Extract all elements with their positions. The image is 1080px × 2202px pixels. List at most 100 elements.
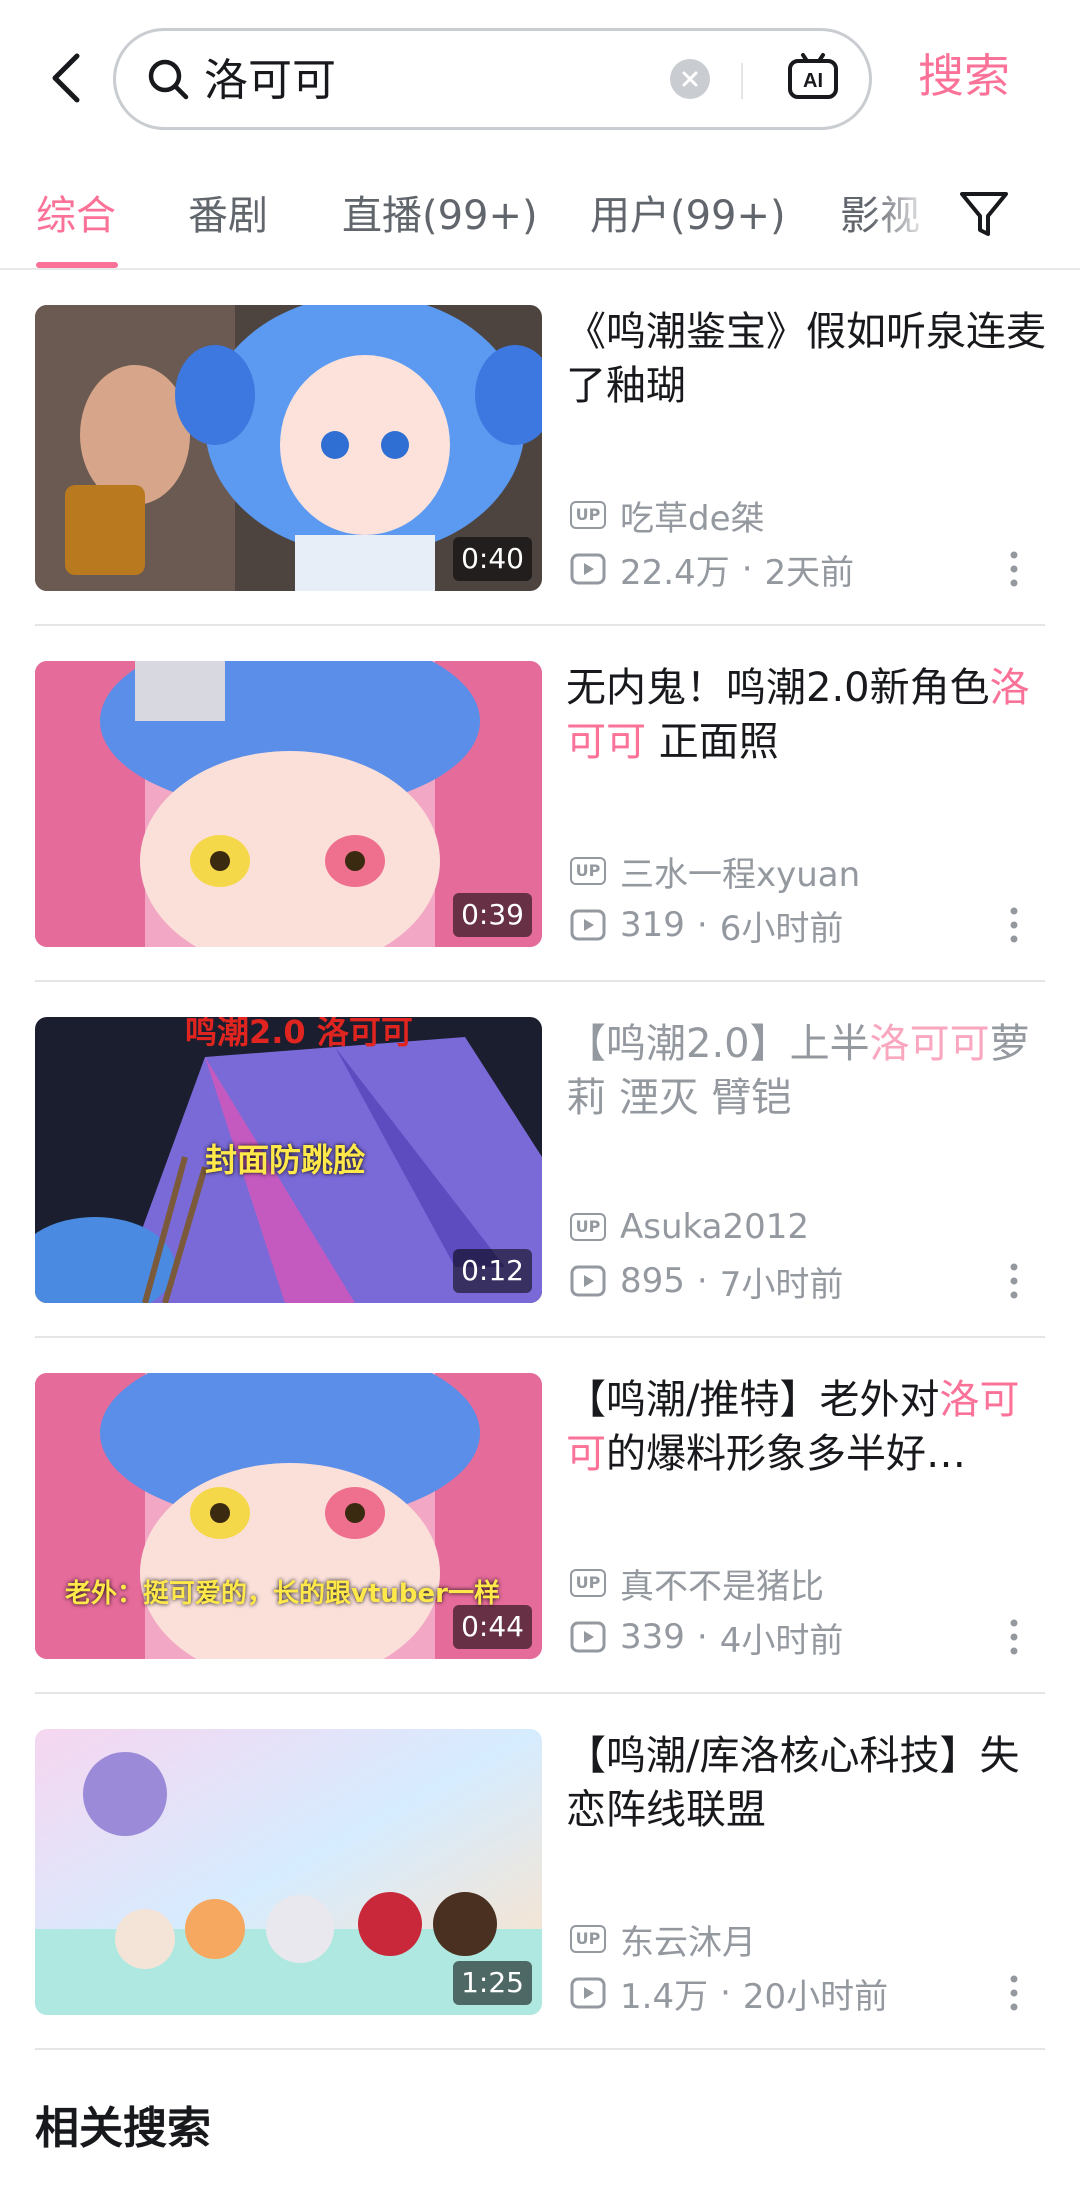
video-thumbnail[interactable]: 0:40 [35,305,542,591]
video-result[interactable]: 鸣潮2.0 洛可可 封面防跳脸 0:12 【鸣潮2.0】上半洛可可萝莉 湮灭 臂… [0,1017,1080,1373]
more-options-icon[interactable] [1006,1261,1022,1301]
clear-icon[interactable] [670,59,710,99]
video-meta: 339 · 4小时前 [570,1615,844,1661]
video-meta: 895 · 7小时前 [570,1259,844,1305]
video-duration: 0:44 [453,1605,532,1649]
uploader-row[interactable]: UP 三水一程xyuan [570,851,860,895]
more-options-icon[interactable] [1006,905,1022,945]
title-text: 无内鬼！鸣潮2.0新角色 [566,665,990,711]
tab-fade [870,160,950,268]
search-query[interactable]: 洛可可 [204,53,336,109]
view-count: 339 [620,1617,685,1657]
video-duration: 0:39 [453,893,532,937]
video-thumbnail[interactable]: 1:25 [35,1729,542,2015]
divider [741,63,743,99]
divider [35,1692,1045,1694]
up-badge-icon: UP [570,857,606,885]
title-text: 【鸣潮/库洛核心科技】失恋阵线联盟 [566,1733,1020,1833]
divider [35,624,1045,626]
publish-time: 6小时前 [719,908,844,949]
tab-all[interactable]: 综合 [36,188,116,244]
video-title[interactable]: 【鸣潮/库洛核心科技】失恋阵线联盟 [566,1729,1046,1837]
publish-time: 7小时前 [719,1264,844,1305]
video-duration: 0:12 [453,1249,532,1293]
up-badge-icon: UP [570,501,606,529]
uploader-row[interactable]: UP 真不不是猪比 [570,1563,824,1607]
separator: · [741,549,753,589]
more-options-icon[interactable] [1006,1973,1022,2013]
tab-live[interactable]: 直播(99+) [342,188,538,244]
up-badge-icon: UP [570,1925,606,1953]
title-text: 《鸣潮鉴宝》假如听泉连麦了釉瑚 [566,309,1046,409]
back-button[interactable] [40,48,90,108]
search-icon [148,59,189,100]
uploader-row[interactable]: UP 东云沐月 [570,1919,756,1963]
video-result[interactable]: 0:39 无内鬼！鸣潮2.0新角色洛可可 正面照 UP 三水一程xyuan 31… [0,661,1080,1017]
uploader-name: 东云沐月 [620,1922,756,1963]
uploader-name: 真不不是猪比 [620,1566,824,1607]
play-count-icon [570,1977,606,2009]
view-count: 22.4万 [620,552,730,593]
uploader-row[interactable]: UP 吃草de桀 [570,495,765,539]
more-options-icon[interactable] [1006,1617,1022,1657]
video-thumbnail[interactable]: 0:39 [35,661,542,947]
uploader-row[interactable]: UP Asuka2012 [570,1207,809,1247]
separator: · [720,1973,731,2013]
play-count-icon [570,909,606,941]
more-options-icon[interactable] [1006,549,1022,589]
video-meta: 319 · 6小时前 [570,903,844,949]
title-text: 【鸣潮2.0】上半 [566,1021,870,1067]
video-meta: 1.4万 · 20小时前 [570,1971,889,2017]
video-title[interactable]: 《鸣潮鉴宝》假如听泉连麦了釉瑚 [566,305,1046,413]
play-count-icon [570,553,606,585]
search-button[interactable]: 搜索 [918,46,1010,106]
related-search-heading: 相关搜索 [35,2103,211,2154]
video-result[interactable]: 1:25 【鸣潮/库洛核心科技】失恋阵线联盟 UP 东云沐月 1.4万 · 20… [0,1729,1080,2085]
separator: · [696,905,708,945]
tab-active-indicator [36,262,118,268]
uploader-name: Asuka2012 [620,1207,809,1247]
title-text: 的爆料形象多半好… [606,1431,966,1477]
uploader-name: 三水一程xyuan [620,854,861,895]
video-thumbnail[interactable]: 老外：挺可爱的，长的跟vtuber一样 0:44 [35,1373,542,1659]
thumbnail-top-text: 鸣潮2.0 洛可可 [185,1017,413,1051]
thumbnail-caption: 封面防跳脸 [205,1141,366,1179]
up-badge-icon: UP [570,1569,606,1597]
view-count: 895 [620,1261,685,1301]
publish-time: 4小时前 [719,1620,844,1661]
publish-time: 2天前 [764,552,855,593]
divider [35,2048,1045,2050]
separator: · [696,1617,708,1657]
chevron-left-icon [52,53,80,103]
video-duration: 0:40 [453,537,532,581]
divider [35,980,1045,982]
filter-icon[interactable] [956,186,1012,242]
result-tabs: 综合 番剧 直播(99+) 用户(99+) 影视 [0,160,1080,270]
view-count: 1.4万 [620,1976,709,2017]
video-duration: 1:25 [453,1961,532,2005]
tab-bangumi[interactable]: 番剧 [188,188,268,244]
video-result[interactable]: 0:40 《鸣潮鉴宝》假如听泉连麦了釉瑚 UP 吃草de桀 22.4万 · 2天… [0,305,1080,661]
title-text: 正面照 [646,719,779,765]
search-header: 洛可可 AI 搜索 [0,0,1080,160]
video-title[interactable]: 无内鬼！鸣潮2.0新角色洛可可 正面照 [566,661,1046,769]
video-thumbnail[interactable]: 鸣潮2.0 洛可可 封面防跳脸 0:12 [35,1017,542,1303]
search-input[interactable]: 洛可可 AI [113,28,872,130]
svg-text:AI: AI [803,70,823,92]
title-highlight: 洛可可 [869,1021,990,1067]
publish-time: 20小时前 [742,1976,889,2017]
view-count: 319 [620,905,685,945]
video-meta: 22.4万 · 2天前 [570,547,855,593]
video-title[interactable]: 【鸣潮2.0】上半洛可可萝莉 湮灭 臂铠 [566,1017,1046,1125]
separator: · [696,1261,708,1301]
tab-users[interactable]: 用户(99+) [590,188,786,244]
uploader-name: 吃草de桀 [620,498,765,539]
video-result[interactable]: 老外：挺可爱的，长的跟vtuber一样 0:44 【鸣潮/推特】老外对洛可可的爆… [0,1373,1080,1729]
video-title[interactable]: 【鸣潮/推特】老外对洛可可的爆料形象多半好… [566,1373,1046,1481]
play-count-icon [570,1265,606,1297]
divider [35,1336,1045,1338]
ai-assistant-icon[interactable]: AI [786,51,840,105]
play-count-icon [570,1621,606,1653]
up-badge-icon: UP [570,1213,606,1241]
thumbnail-caption: 老外：挺可爱的，长的跟vtuber一样 [65,1579,500,1609]
